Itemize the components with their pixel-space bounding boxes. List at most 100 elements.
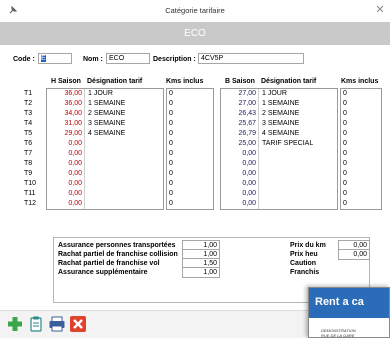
grid-separator	[258, 169, 259, 179]
kms-2-cell[interactable]: 0	[341, 160, 381, 169]
b-saison-cell[interactable]: 27,00	[221, 100, 258, 109]
kms-2-cell[interactable]: 0	[341, 170, 381, 179]
kms-2-cell[interactable]: 0	[341, 130, 381, 139]
rent-a-car-popup[interactable]: Rent a ca DEMONSTRATION RUE DE LA GARE	[308, 287, 390, 338]
kms-2-cell[interactable]: 0	[341, 140, 381, 149]
grid-separator	[84, 189, 85, 199]
designation-1-cell[interactable]: 4 SEMAINE	[86, 130, 162, 139]
b-saison-cell[interactable]: 0,00	[221, 190, 258, 199]
designation-1-cell[interactable]	[86, 140, 162, 149]
kms-2-cell[interactable]: 0	[341, 120, 381, 129]
designation-2-cell[interactable]: TARIF SPECIAL	[260, 140, 336, 149]
b-saison-cell[interactable]: 25,67	[221, 120, 258, 129]
kms-1-cell[interactable]: 0	[167, 110, 213, 119]
nom-field[interactable]: ECO	[106, 53, 150, 64]
designation-1-cell[interactable]: 1 SEMAINE	[86, 100, 162, 109]
h-saison-cell[interactable]: 31,00	[47, 120, 84, 129]
h-saison-cell[interactable]: 0,00	[47, 170, 84, 179]
designation-2-cell[interactable]: 4 SEMAINE	[260, 130, 336, 139]
grid-separator	[84, 169, 85, 179]
kms-1-cell[interactable]: 0	[167, 140, 213, 149]
b-saison-cell[interactable]: 0,00	[221, 170, 258, 179]
designation-1-cell[interactable]	[86, 150, 162, 159]
code-label: Code :	[13, 56, 35, 63]
insurance-label-3: Rachat partiel de franchise vol	[58, 260, 160, 267]
insurance-label-2: Rachat partiel de franchise collision	[58, 251, 178, 258]
b-saison-cell[interactable]: 27,00	[221, 90, 258, 99]
b-saison-cell[interactable]: 26,79	[221, 130, 258, 139]
kms-1-cell[interactable]: 0	[167, 180, 213, 189]
kms-1-cell[interactable]: 0	[167, 160, 213, 169]
designation-2-cell[interactable]: 2 SEMAINE	[260, 110, 336, 119]
b-saison-cell[interactable]: 0,00	[221, 160, 258, 169]
b-saison-cell[interactable]: 26,43	[221, 110, 258, 119]
description-field[interactable]: 4CV5P	[198, 53, 304, 64]
col-kms-1: Kms inclus	[166, 78, 204, 85]
designation-1-cell[interactable]: 3 SEMAINE	[86, 120, 162, 129]
h-saison-cell[interactable]: 0,00	[47, 140, 84, 149]
kms-2-cell[interactable]: 0	[341, 90, 381, 99]
designation-2-cell[interactable]	[260, 200, 336, 209]
row-label: T12	[24, 200, 37, 207]
h-saison-cell[interactable]: 36,00	[47, 90, 84, 99]
code-field[interactable]: E	[38, 53, 72, 64]
designation-1-cell[interactable]: 1 JOUR	[86, 90, 162, 99]
popup-title: Rent a ca	[315, 296, 364, 308]
close-icon[interactable]: ✕	[373, 3, 387, 17]
kms-1-cell[interactable]: 0	[167, 200, 213, 209]
kms-2-cell[interactable]: 0	[341, 150, 381, 159]
print-icon[interactable]	[48, 315, 66, 333]
h-saison-cell[interactable]: 0,00	[47, 200, 84, 209]
grid-separator	[84, 149, 85, 159]
h-saison-cell[interactable]: 34,00	[47, 110, 84, 119]
kms-1-cell[interactable]: 0	[167, 190, 213, 199]
kms-2-cell[interactable]: 0	[341, 190, 381, 199]
prix-heure-field[interactable]: 0,00	[338, 249, 370, 260]
h-saison-cell[interactable]: 0,00	[47, 190, 84, 199]
designation-2-cell[interactable]	[260, 150, 336, 159]
window-title: Catégorie tarifaire	[165, 6, 225, 15]
designation-2-cell[interactable]	[260, 180, 336, 189]
h-saison-cell[interactable]: 29,00	[47, 130, 84, 139]
kms-2-cell[interactable]: 0	[341, 180, 381, 189]
kms-1-cell[interactable]: 0	[167, 130, 213, 139]
designation-1-cell[interactable]	[86, 160, 162, 169]
add-icon[interactable]	[6, 315, 24, 333]
kms-2-cell[interactable]: 0	[341, 200, 381, 209]
description-label: Description :	[153, 56, 196, 63]
copy-icon[interactable]	[27, 315, 45, 333]
kms-2-cell[interactable]: 0	[341, 100, 381, 109]
designation-1-cell[interactable]	[86, 200, 162, 209]
designation-2-cell[interactable]: 1 SEMAINE	[260, 100, 336, 109]
kms-1-cell[interactable]: 0	[167, 100, 213, 109]
designation-2-cell[interactable]	[260, 190, 336, 199]
designation-2-cell[interactable]	[260, 170, 336, 179]
insurance-value-4[interactable]: 1,00	[182, 267, 220, 278]
designation-2-cell[interactable]: 1 JOUR	[260, 90, 336, 99]
kms-1-cell[interactable]: 0	[167, 170, 213, 179]
grid-separator	[84, 89, 85, 99]
designation-1-cell[interactable]	[86, 170, 162, 179]
grid-separator	[84, 99, 85, 109]
h-saison-cell[interactable]: 36,00	[47, 100, 84, 109]
b-saison-cell[interactable]: 25,00	[221, 140, 258, 149]
designation-2-cell[interactable]: 3 SEMAINE	[260, 120, 336, 129]
designation-1-cell[interactable]	[86, 190, 162, 199]
b-saison-cell[interactable]: 0,00	[221, 150, 258, 159]
b-saison-cell[interactable]: 0,00	[221, 200, 258, 209]
row-label: T2	[24, 100, 33, 107]
grid-separator	[84, 179, 85, 189]
b-saison-cell[interactable]: 0,00	[221, 180, 258, 189]
h-saison-cell[interactable]: 0,00	[47, 160, 84, 169]
h-saison-cell[interactable]: 0,00	[47, 150, 84, 159]
kms-2-cell[interactable]: 0	[341, 110, 381, 119]
designation-2-cell[interactable]	[260, 160, 336, 169]
kms-1-cell[interactable]: 0	[167, 150, 213, 159]
h-saison-cell[interactable]: 0,00	[47, 180, 84, 189]
delete-icon[interactable]	[69, 315, 87, 333]
kms-1-cell[interactable]: 0	[167, 120, 213, 129]
designation-1-cell[interactable]: 2 SEMAINE	[86, 110, 162, 119]
designation-1-cell[interactable]	[86, 180, 162, 189]
kms-1-cell[interactable]: 0	[167, 90, 213, 99]
grid-separator	[84, 129, 85, 139]
